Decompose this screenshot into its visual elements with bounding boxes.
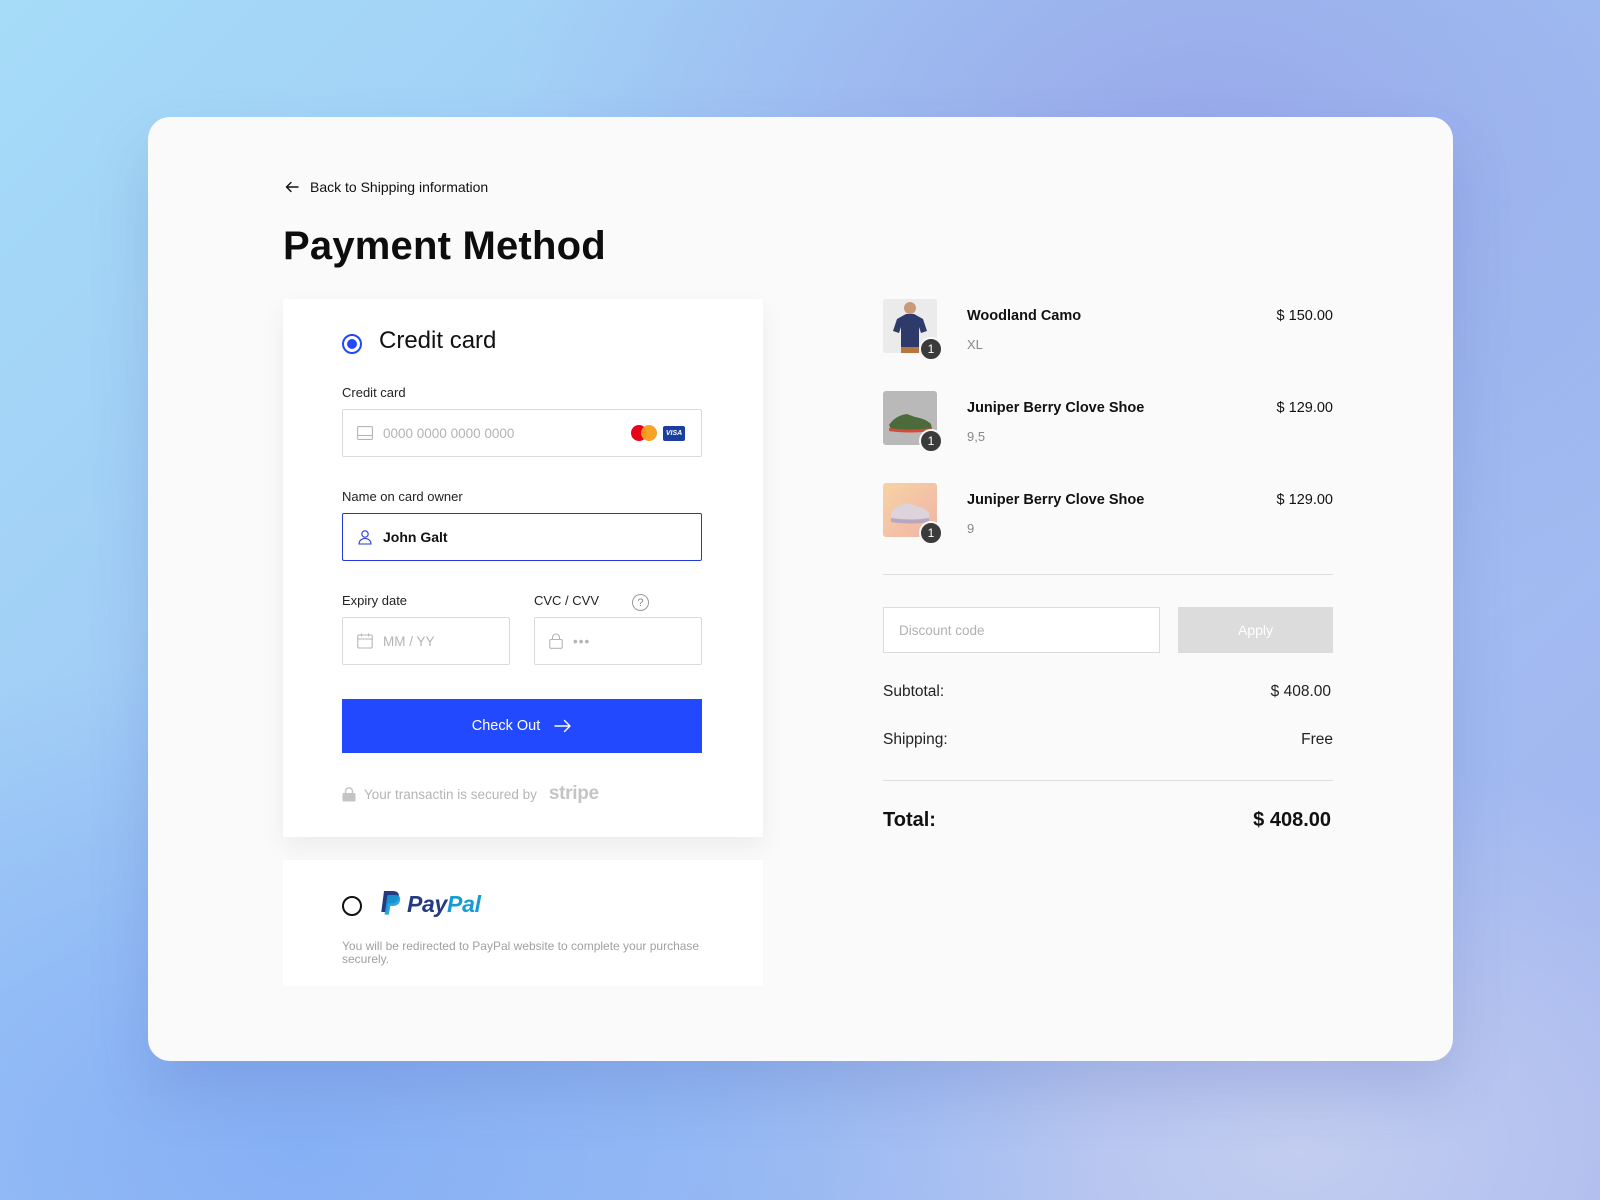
credit-card-icon (357, 426, 373, 440)
name-on-card-input[interactable]: John Galt (342, 513, 702, 561)
paypal-description: You will be redirected to PayPal website… (342, 939, 700, 966)
calendar-icon (357, 633, 373, 649)
page-title: Payment Method (283, 224, 606, 268)
item-name: Juniper Berry Clove Shoe (967, 492, 1145, 508)
paypal-logo: PayPal (377, 890, 481, 918)
card-number-placeholder: 0000 0000 0000 0000 (383, 425, 515, 441)
item-variant: 9,5 (967, 429, 986, 444)
visa-icon: VISA (663, 425, 685, 441)
apply-button[interactable]: Apply (1178, 607, 1333, 653)
back-link-label: Back to Shipping information (310, 179, 489, 195)
paypal-wordmark-pal: Pal (447, 890, 481, 917)
secure-notice: Your transactin is secured by stripe (342, 783, 599, 805)
stripe-logo: stripe (548, 783, 599, 804)
checkout-label: Check Out (471, 718, 541, 734)
order-item: 1 Juniper Berry Clove Shoe 9 $ 129.00 (883, 483, 1333, 545)
order-item: 1 Juniper Berry Clove Shoe 9,5 $ 129.00 (883, 391, 1333, 453)
cvc-input[interactable]: ••• (534, 617, 702, 665)
paypal-radio[interactable] (342, 896, 362, 916)
item-price: $ 129.00 (1276, 492, 1333, 508)
quantity-badge: 1 (919, 521, 943, 545)
divider (883, 780, 1333, 781)
quantity-badge: 1 (919, 429, 943, 453)
item-variant: XL (967, 337, 983, 352)
card-number-input[interactable]: 0000 0000 0000 0000 VISA (342, 409, 702, 457)
total-value: $ 408.00 (1253, 809, 1331, 831)
checkout-button[interactable]: Check Out (342, 699, 702, 753)
order-item: 1 Woodland Camo XL $ 150.00 (883, 299, 1333, 361)
item-name: Woodland Camo (967, 308, 1082, 324)
credit-card-option-label: Credit card (379, 327, 497, 354)
name-on-card-value: John Galt (383, 529, 448, 545)
arrow-left-icon (285, 181, 299, 193)
checkout-card: Back to Shipping information Payment Met… (148, 117, 1453, 1061)
paypal-wordmark-pay: Pay (407, 890, 448, 917)
total-label: Total: (883, 809, 936, 831)
card-brand-logos: VISA (631, 425, 685, 441)
name-on-card-label: Name on card owner (342, 489, 463, 504)
paypal-panel: PayPal You will be redirected to PayPal … (283, 860, 763, 986)
item-name: Juniper Berry Clove Shoe (967, 400, 1145, 416)
subtotal-value: $ 408.00 (1270, 683, 1331, 700)
item-variant: 9 (967, 521, 975, 536)
item-price: $ 150.00 (1276, 308, 1333, 324)
card-number-label: Credit card (342, 385, 406, 400)
lock-icon (549, 633, 563, 649)
credit-card-radio[interactable] (342, 334, 362, 354)
subtotal-label: Subtotal: (883, 683, 945, 700)
paypal-wordmark: PayPal (407, 891, 481, 918)
back-to-shipping-link[interactable]: Back to Shipping information (284, 179, 488, 195)
credit-card-panel: Credit card Credit card 0000 0000 0000 0… (283, 299, 763, 837)
padlock-icon (342, 786, 356, 801)
mastercard-icon (631, 425, 657, 441)
help-icon[interactable]: ? (632, 594, 649, 611)
shipping-label: Shipping: (883, 731, 948, 748)
divider (883, 574, 1333, 575)
cvc-placeholder: ••• (573, 633, 591, 649)
discount-code-input[interactable]: Discount code (883, 607, 1160, 653)
arrow-right-icon (554, 719, 571, 733)
expiry-placeholder: MM / YY (383, 633, 435, 649)
cvc-label: CVC / CVV (534, 593, 600, 608)
user-icon (358, 530, 372, 545)
paypal-icon (381, 891, 401, 915)
expiry-label: Expiry date (342, 593, 408, 608)
item-price: $ 129.00 (1276, 400, 1333, 416)
secure-text: Your transactin is secured by (364, 786, 537, 802)
expiry-input[interactable]: MM / YY (342, 617, 510, 665)
shipping-value: Free (1301, 731, 1333, 748)
quantity-badge: 1 (919, 337, 943, 361)
